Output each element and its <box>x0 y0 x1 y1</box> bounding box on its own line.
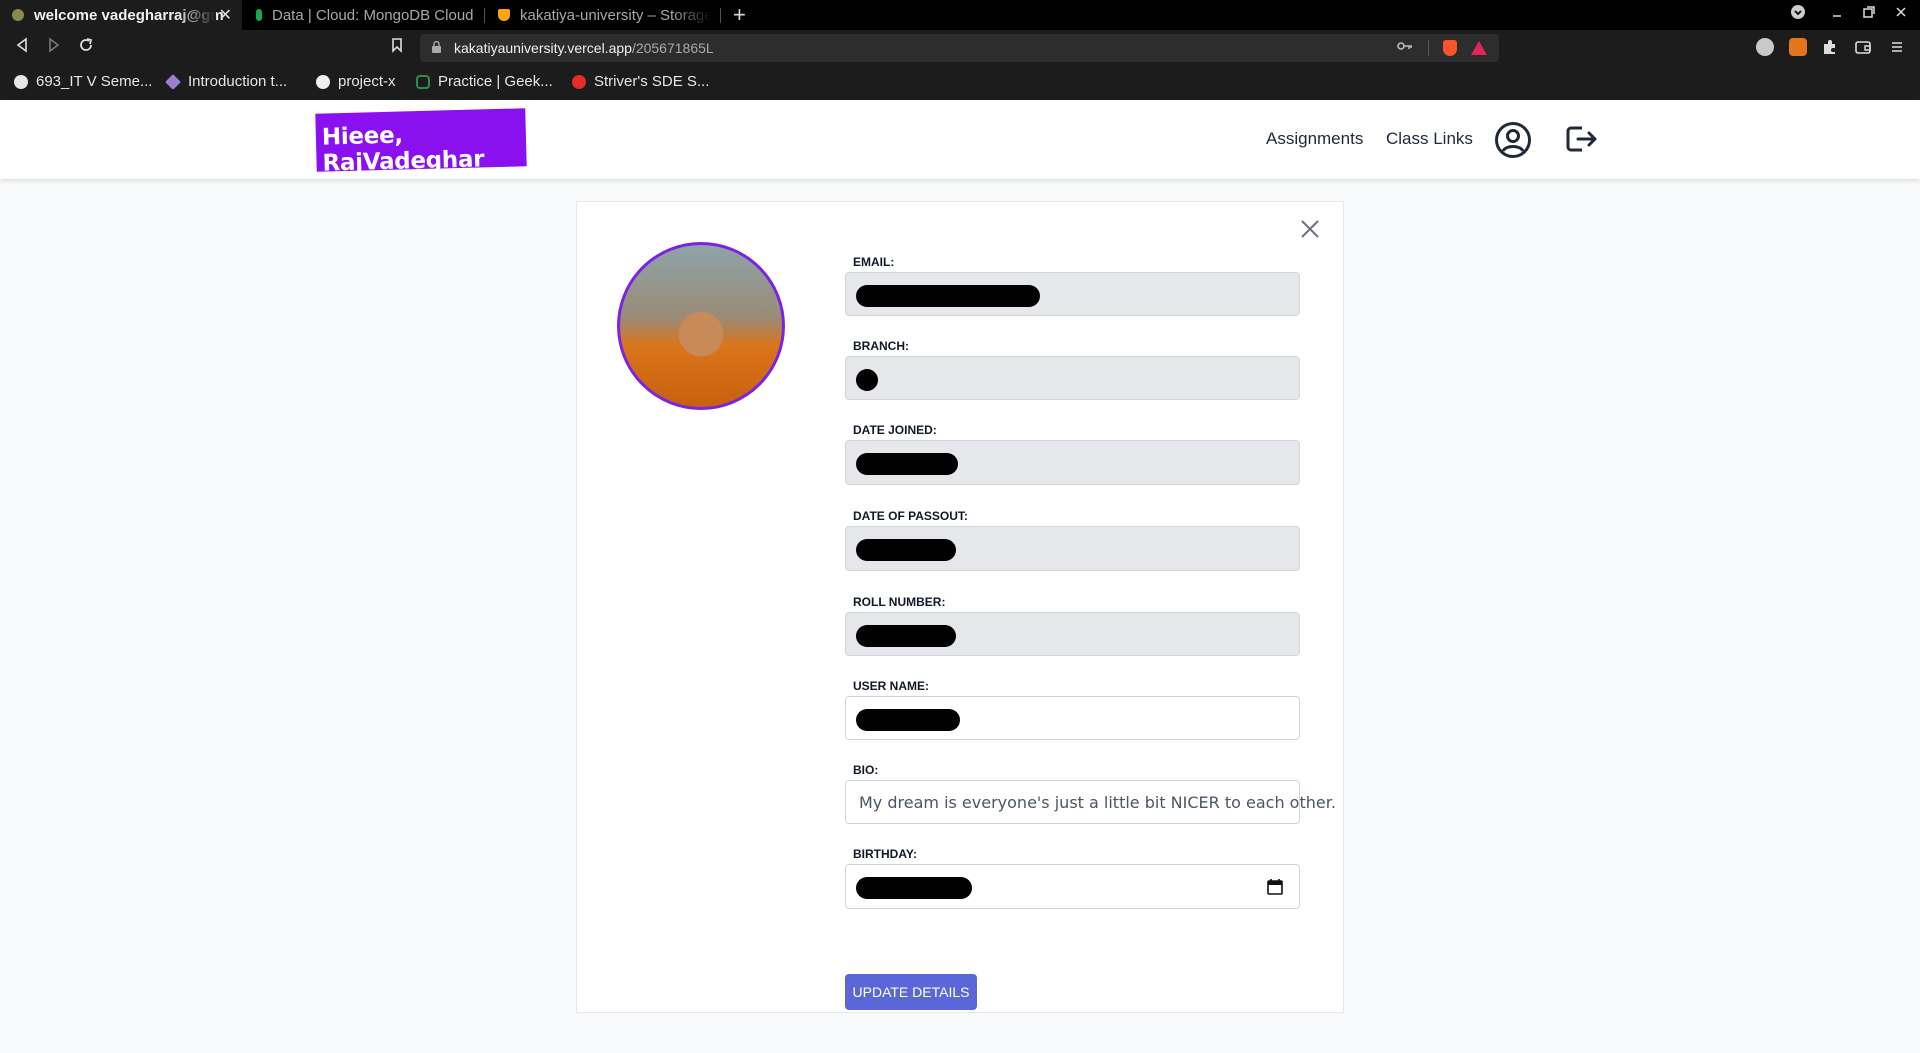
geeksforgeeks-icon <box>416 74 430 89</box>
bookmark-item[interactable]: Practice | Geek... <box>416 73 553 90</box>
browser-tab-bar: welcome vadegharraj@gm ✕ Data | Cloud: M… <box>0 0 1920 30</box>
page: Hieee, RajVadeghar Assignments Class Lin… <box>0 100 1920 1053</box>
extension-avatar-icon[interactable] <box>1756 38 1774 56</box>
bookmark-label: Practice | Geek... <box>438 73 553 90</box>
extensions-puzzle-icon[interactable] <box>1821 38 1839 56</box>
metamask-icon[interactable] <box>1789 38 1807 56</box>
address-bar[interactable]: kakatiyauniversity.vercel.app/205671865L <box>420 34 1499 62</box>
tab-mongodb[interactable]: Data | Cloud: MongoDB Cloud <box>244 0 484 30</box>
url-path: /205671865L <box>631 40 714 56</box>
redacted-value <box>856 625 956 647</box>
bookmark-item[interactable]: 693_IT V Seme... <box>14 73 152 90</box>
user-name-input[interactable] <box>845 696 1300 740</box>
bookmark-item[interactable]: Striver's SDE S... <box>572 73 709 90</box>
url-host: kakatiyauniversity.vercel.app <box>454 40 632 56</box>
key-icon[interactable] <box>1397 39 1413 56</box>
close-icon[interactable] <box>1299 218 1321 240</box>
roll-number-label: ROLL NUMBER: <box>853 595 946 609</box>
redacted-value <box>856 709 960 731</box>
bio-label: BIO: <box>853 763 879 777</box>
date-of-passout-field <box>845 526 1300 571</box>
restore-window-icon[interactable] <box>1862 4 1876 24</box>
avatar <box>617 242 785 410</box>
email-field <box>845 272 1300 316</box>
redacted-value <box>856 285 1040 307</box>
logout-icon[interactable] <box>1564 122 1598 156</box>
bio-value: My dream is everyone's just a little bit… <box>859 793 1336 812</box>
bookmark-label: Striver's SDE S... <box>594 73 710 90</box>
update-details-button[interactable]: UPDATE DETAILS <box>845 974 977 1010</box>
brave-rewards-icon[interactable] <box>1471 41 1487 55</box>
tab-welcome[interactable]: welcome vadegharraj@gm ✕ <box>0 0 242 30</box>
bookmark-label: Introduction t... <box>188 73 288 90</box>
bookmarks-bar: 693_IT V Seme... Introduction t... proje… <box>0 66 1920 100</box>
site-navbar: Hieee, RajVadeghar Assignments Class Lin… <box>0 100 1920 179</box>
branch-field <box>845 356 1300 400</box>
back-icon[interactable] <box>14 36 30 59</box>
calendar-icon[interactable] <box>1267 878 1283 895</box>
brand-logo[interactable]: Hieee, RajVadeghar <box>315 108 527 177</box>
firebase-icon <box>498 9 510 21</box>
bookmark-label: project-x <box>338 73 396 90</box>
ethereum-icon <box>165 73 181 90</box>
forward-icon[interactable] <box>46 36 62 59</box>
bookmark-item[interactable]: Introduction t... <box>165 73 288 90</box>
nav-link-assignments[interactable]: Assignments <box>1266 129 1363 149</box>
redacted-value <box>856 539 956 561</box>
tab-title: Data | Cloud: MongoDB Cloud <box>272 6 474 24</box>
redacted-value <box>856 369 878 391</box>
branch-label: BRANCH: <box>853 339 909 353</box>
bookmark-item[interactable]: project-x <box>316 73 396 90</box>
url-text: kakatiyauniversity.vercel.app/205671865L <box>454 40 714 56</box>
brave-shields-icon[interactable] <box>1443 40 1457 56</box>
user-name-label: USER NAME: <box>853 679 930 693</box>
date-joined-field <box>845 440 1300 485</box>
globe-icon <box>14 74 28 89</box>
bio-input[interactable]: My dream is everyone's just a little bit… <box>845 780 1336 824</box>
user-profile-icon[interactable] <box>1494 121 1532 159</box>
site-favicon-icon <box>12 9 24 21</box>
browser-toolbar: kakatiyauniversity.vercel.app/205671865L <box>0 30 1920 66</box>
redacted-value <box>856 453 958 475</box>
minimize-icon[interactable] <box>1830 4 1844 24</box>
github-icon <box>316 74 330 89</box>
brand-text: Hieee, RajVadeghar <box>321 122 485 177</box>
birthday-date-input[interactable] <box>845 864 1300 909</box>
mongodb-leaf-icon <box>256 9 262 21</box>
youtube-icon <box>572 74 586 89</box>
birthday-label: BIRTHDAY: <box>853 847 918 861</box>
email-label: EMAIL: <box>853 255 895 269</box>
bookmark-label: 693_IT V Seme... <box>36 73 153 90</box>
wallet-icon[interactable] <box>1854 38 1872 56</box>
redacted-value <box>856 877 972 899</box>
nav-link-class-links[interactable]: Class Links <box>1386 129 1473 149</box>
tab-firebase-storage[interactable]: kakatiya-university – Storage <box>486 0 712 30</box>
close-tab-icon[interactable]: ✕ <box>219 5 232 25</box>
new-tab-button[interactable]: + <box>733 2 746 28</box>
roll-number-field <box>845 612 1300 656</box>
close-window-icon[interactable] <box>1894 4 1908 24</box>
menu-icon[interactable] <box>1888 38 1906 56</box>
date-joined-label: DATE JOINED: <box>853 423 937 437</box>
bookmark-icon[interactable] <box>390 36 404 59</box>
date-of-passout-label: DATE OF PASSOUT: <box>853 509 968 523</box>
tab-search-icon[interactable] <box>1790 4 1806 24</box>
lock-icon <box>432 41 441 53</box>
profile-card: EMAIL: BRANCH: DATE JOINED: DATE OF PASS… <box>576 201 1344 1013</box>
reload-icon[interactable] <box>78 36 94 59</box>
